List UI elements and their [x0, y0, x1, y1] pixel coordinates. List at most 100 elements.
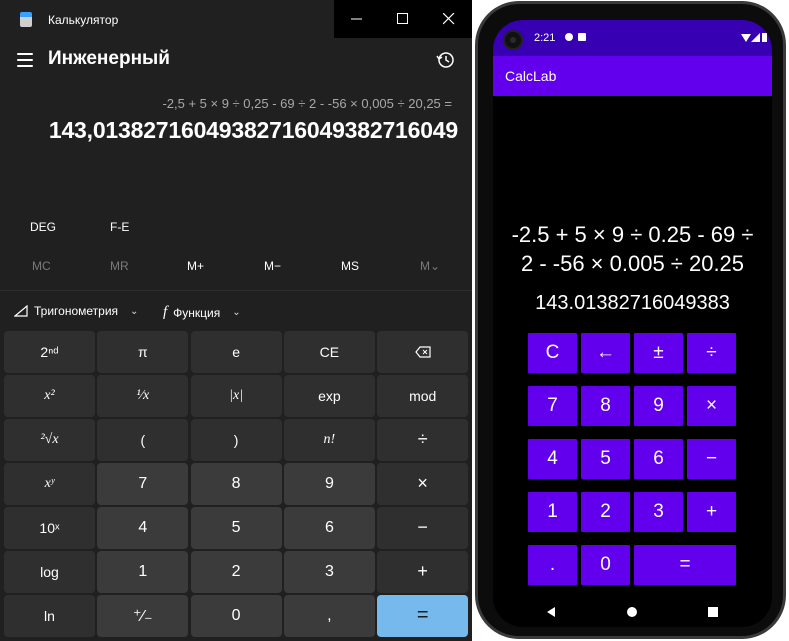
- decimal-button[interactable]: .: [528, 545, 577, 585]
- close-button[interactable]: [426, 0, 472, 38]
- maximize-icon: [397, 13, 408, 24]
- divider: [0, 290, 472, 291]
- result-display: 143.01382716049383: [535, 292, 730, 314]
- digit-8-button[interactable]: 8: [581, 386, 630, 426]
- calculator-mode-title: Инженерный: [48, 48, 170, 69]
- reciprocal-key[interactable]: ¹⁄x: [97, 375, 189, 417]
- navigation-menu-icon[interactable]: [17, 53, 33, 67]
- plus-minus-button[interactable]: ±: [634, 333, 683, 373]
- backspace-button[interactable]: ←: [581, 333, 630, 373]
- memory-clear-button: MC: [32, 259, 51, 273]
- factorial-key-label: n!: [323, 431, 336, 447]
- mod-key[interactable]: mod: [377, 375, 469, 417]
- triangle-ruler-icon: [14, 305, 28, 317]
- digit-2-button[interactable]: 2: [581, 492, 630, 532]
- history-icon[interactable]: [436, 50, 456, 70]
- subtract-key[interactable]: −: [377, 507, 469, 549]
- function-dropdown[interactable]: f Функция ⌄: [163, 304, 241, 321]
- add-button[interactable]: +: [687, 492, 736, 532]
- pi-key[interactable]: π: [97, 331, 189, 373]
- power-key[interactable]: xʸ: [4, 463, 95, 505]
- memory-list-button: M⌄: [420, 259, 441, 273]
- digit-6-button[interactable]: 6: [634, 439, 683, 479]
- digit-0-key[interactable]: 0: [190, 595, 282, 637]
- digit-4-button[interactable]: 4: [528, 439, 577, 479]
- equals-button[interactable]: =: [634, 545, 736, 585]
- factorial-key[interactable]: n!: [283, 419, 375, 461]
- trigonometry-dropdown[interactable]: Тригонометрия ⌄: [14, 304, 138, 318]
- chevron-down-icon: ⌄: [232, 307, 241, 318]
- phone-bezel: 2:21 CalcLab -2.5 + 5 × 9 ÷ 0.25 - 69 ÷ …: [478, 4, 783, 636]
- expression-line-2: 2 - -56 × 0.005 ÷ 20.25: [520, 251, 745, 276]
- minimize-button[interactable]: [334, 0, 380, 38]
- title-bar[interactable]: Калькулятор: [0, 0, 472, 40]
- digit-7-key[interactable]: 7: [97, 463, 189, 505]
- reciprocal-key-label: ¹⁄x: [136, 387, 150, 403]
- add-key[interactable]: +: [377, 551, 469, 593]
- fe-button[interactable]: F-E: [110, 220, 129, 234]
- digit-1-button[interactable]: 1: [528, 492, 577, 532]
- function-label: Функция: [173, 305, 221, 320]
- recents-icon[interactable]: [708, 607, 718, 617]
- result-display: 143,01382716049382716049382716049: [48, 117, 458, 143]
- trigonometry-label: Тригонометрия: [34, 304, 119, 318]
- digit-3-key[interactable]: 3: [283, 551, 375, 593]
- ten-power-key[interactable]: 10ˣ: [4, 507, 95, 549]
- multiply-button[interactable]: ×: [687, 386, 736, 426]
- second-function-key[interactable]: 2ⁿᵈ: [4, 331, 95, 373]
- clear-button[interactable]: C: [528, 333, 577, 373]
- log-key[interactable]: log: [4, 551, 95, 593]
- digit-9-key[interactable]: 9: [283, 463, 375, 505]
- phone-screen: 2:21 CalcLab -2.5 + 5 × 9 ÷ 0.25 - 69 ÷ …: [493, 20, 772, 627]
- digit-7-button[interactable]: 7: [528, 386, 577, 426]
- digit-5-key[interactable]: 5: [190, 507, 282, 549]
- euler-key[interactable]: e: [190, 331, 282, 373]
- digit-4-key[interactable]: 4: [97, 507, 189, 549]
- digit-5-button[interactable]: 5: [581, 439, 630, 479]
- backspace-icon: [414, 346, 431, 358]
- digit-1-key[interactable]: 1: [97, 551, 189, 593]
- keypad: 2ⁿᵈ π e CE x² ¹⁄x |x| exp mod ²√x ( ) n!…: [4, 331, 469, 637]
- clear-entry-key[interactable]: CE: [283, 331, 375, 373]
- absolute-key[interactable]: |x|: [190, 375, 282, 417]
- memory-add-button[interactable]: M+: [187, 259, 204, 273]
- back-icon[interactable]: [547, 607, 555, 617]
- status-bar: 2:21: [493, 20, 772, 56]
- front-camera: [503, 30, 523, 50]
- sim-icon: [578, 33, 586, 41]
- minimize-icon: [351, 18, 362, 20]
- ln-key[interactable]: ln: [4, 595, 95, 637]
- wifi-icon: [741, 34, 751, 42]
- digit-8-key[interactable]: 8: [190, 463, 282, 505]
- digit-0-button[interactable]: 0: [581, 545, 630, 585]
- square-root-key[interactable]: ²√x: [4, 419, 95, 461]
- absolute-key-label: |x|: [229, 387, 244, 403]
- subtract-button[interactable]: −: [687, 439, 736, 479]
- square-key[interactable]: x²: [4, 375, 95, 417]
- decimal-key[interactable]: ,: [283, 595, 375, 637]
- home-icon[interactable]: [627, 607, 637, 617]
- divide-button[interactable]: ÷: [687, 333, 736, 373]
- digit-6-key[interactable]: 6: [283, 507, 375, 549]
- digit-3-button[interactable]: 3: [634, 492, 683, 532]
- maximize-button[interactable]: [380, 0, 426, 38]
- angle-mode-button[interactable]: DEG: [30, 220, 56, 234]
- memory-subtract-button[interactable]: M−: [264, 259, 281, 273]
- multiply-key[interactable]: ×: [377, 463, 469, 505]
- divide-key[interactable]: ÷: [377, 419, 469, 461]
- close-paren-key[interactable]: ): [190, 419, 282, 461]
- exp-key[interactable]: exp: [283, 375, 375, 417]
- digit-9-button[interactable]: 9: [634, 386, 683, 426]
- power-key-label: xʸ: [44, 475, 55, 491]
- expression-display: -2,5 + 5 × 9 ÷ 0,25 - 69 ÷ 2 - -56 × 0,0…: [162, 96, 452, 111]
- open-paren-key[interactable]: (: [97, 419, 189, 461]
- equals-key[interactable]: =: [377, 595, 469, 637]
- digit-2-key[interactable]: 2: [190, 551, 282, 593]
- app-bar: CalcLab: [493, 56, 772, 96]
- backspace-key[interactable]: [377, 331, 469, 373]
- negate-key[interactable]: ⁺∕₋: [97, 595, 189, 637]
- notification-icon: [565, 33, 573, 41]
- expression-display: -2.5 + 5 × 9 ÷ 0.25 - 69 ÷ 2 - -56 × 0.0…: [493, 220, 772, 278]
- memory-store-button[interactable]: MS: [341, 259, 359, 273]
- square-root-key-label: ²√x: [40, 431, 59, 447]
